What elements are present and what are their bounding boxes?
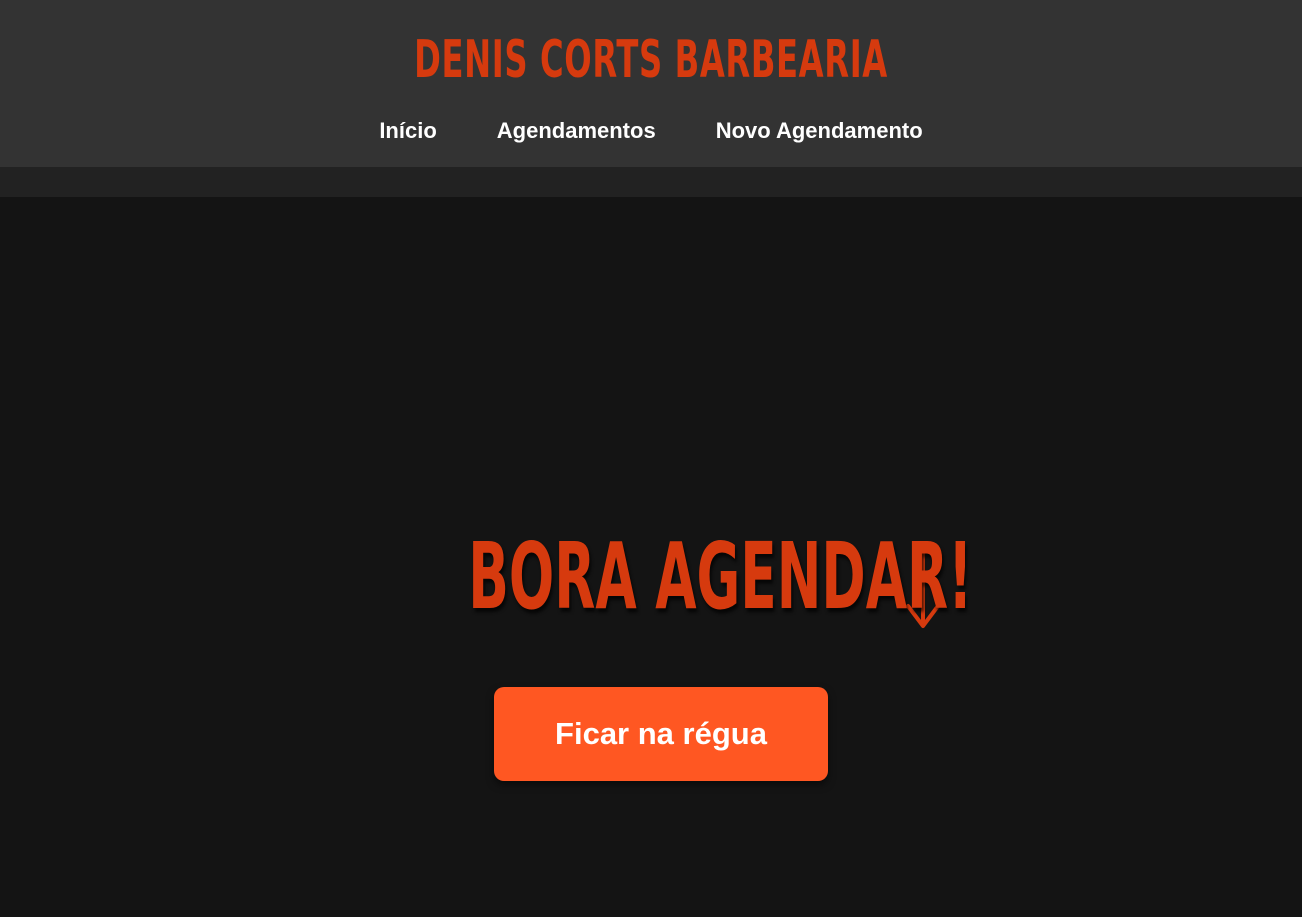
brand-title: DENIS CORTS BARBEARIA — [414, 30, 888, 90]
schedule-cta-button[interactable]: Ficar na régua — [494, 687, 828, 781]
site-header: DENIS CORTS BARBEARIA Início Agendamento… — [0, 0, 1302, 167]
nav-item-inicio[interactable]: Início — [379, 114, 436, 148]
hero-title: BORA AGENDAR! — [468, 523, 973, 630]
hero-section: BORA AGENDAR! Ficar na régua — [0, 197, 1302, 917]
nav-item-agendamentos[interactable]: Agendamentos — [497, 114, 656, 148]
hero-heading-row: BORA AGENDAR! — [0, 523, 1302, 630]
nav-item-novo-agendamento[interactable]: Novo Agendamento — [716, 114, 923, 148]
main-nav: Início Agendamentos Novo Agendamento — [0, 114, 1302, 148]
header-sub-band — [0, 167, 1302, 197]
